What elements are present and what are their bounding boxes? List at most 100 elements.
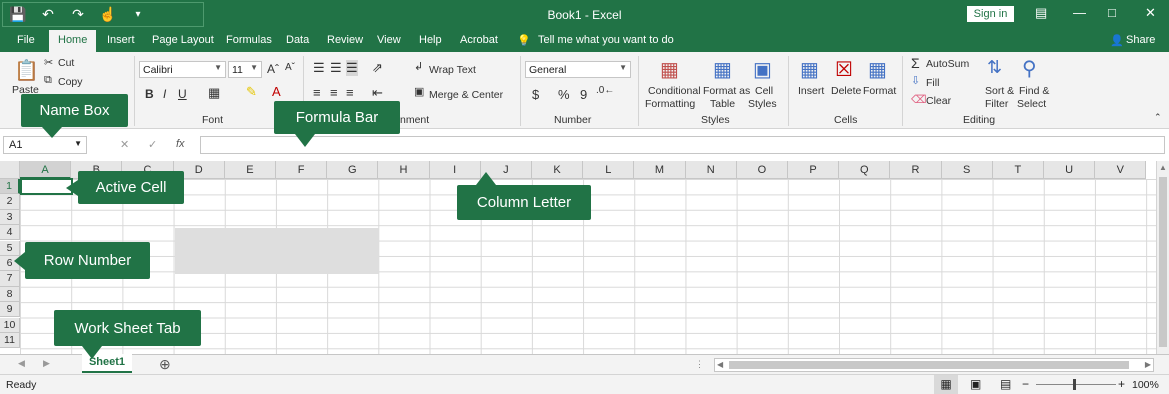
column-header[interactable]: V (1095, 161, 1147, 179)
scroll-up-icon[interactable]: ▲ (1159, 163, 1167, 172)
format-cells-button[interactable]: Format (863, 85, 896, 97)
find-select-button[interactable]: Find & (1019, 85, 1049, 97)
column-header[interactable]: O (736, 161, 788, 179)
align-top-icon[interactable]: ☰ (313, 60, 325, 76)
scroll-left-icon[interactable]: ◀ (717, 360, 723, 369)
column-header[interactable]: A (20, 161, 72, 179)
cell-styles-button[interactable]: Cell (755, 85, 773, 97)
format-as-table-label2[interactable]: Table (710, 98, 735, 110)
tab-view[interactable]: View (377, 34, 401, 46)
tab-review[interactable]: Review (327, 34, 363, 46)
column-header[interactable]: S (941, 161, 993, 179)
fill-button[interactable]: Fill (926, 77, 939, 89)
row-header[interactable]: 11 (0, 333, 20, 349)
tab-page-layout[interactable]: Page Layout (152, 34, 214, 46)
conditional-formatting-label2[interactable]: Formatting (645, 98, 695, 110)
maximize-icon[interactable]: □ (1108, 5, 1116, 20)
zoom-level[interactable]: 100% (1132, 379, 1159, 391)
cell-styles-label2[interactable]: Styles (748, 98, 777, 110)
column-header[interactable]: F (276, 161, 328, 179)
cut-button[interactable]: Cut (58, 57, 74, 69)
column-header[interactable]: G (327, 161, 379, 179)
increase-decimal-icon[interactable]: .0← (596, 85, 614, 96)
row-header[interactable]: 7 (0, 271, 20, 287)
align-left-icon[interactable]: ≡ (313, 85, 321, 100)
align-center-icon[interactable]: ≡ (330, 85, 338, 100)
cancel-icon[interactable]: ✕ (120, 138, 129, 151)
italic-button[interactable]: I (163, 87, 166, 101)
formula-input[interactable] (200, 136, 1165, 154)
tell-me-search[interactable]: Tell me what you want to do (538, 34, 674, 46)
tab-home[interactable]: Home (49, 30, 97, 52)
font-color-icon[interactable]: A (272, 84, 281, 99)
column-header[interactable]: T (992, 161, 1044, 179)
paste-icon[interactable]: 📋 (14, 58, 39, 83)
tab-acrobat[interactable]: Acrobat (460, 34, 498, 46)
align-right-icon[interactable]: ≡ (346, 85, 354, 100)
align-middle-icon[interactable]: ☰ (330, 60, 342, 76)
column-header[interactable]: N (685, 161, 737, 179)
align-bottom-icon[interactable]: ☰ (346, 60, 358, 76)
zoom-slider[interactable] (1036, 384, 1116, 385)
comma-style-button[interactable]: 9 (580, 87, 587, 102)
collapse-ribbon-icon[interactable]: ⌃ (1154, 112, 1162, 123)
tab-file[interactable]: File (17, 34, 35, 46)
number-format-select[interactable]: General ▼ (525, 61, 631, 78)
page-break-view-icon[interactable]: ▤ (1000, 377, 1011, 391)
zoom-out-icon[interactable]: − (1022, 377, 1029, 391)
sign-in-button[interactable]: Sign in (967, 6, 1014, 22)
row-header[interactable]: 9 (0, 302, 20, 318)
wrap-text-button[interactable]: Wrap Text (429, 64, 476, 76)
insert-function-button[interactable]: fx (176, 138, 185, 150)
tab-data[interactable]: Data (286, 34, 309, 46)
ribbon-display-icon[interactable]: ▤ (1035, 5, 1047, 21)
tab-insert[interactable]: Insert (107, 34, 135, 46)
page-layout-view-icon[interactable]: ▣ (970, 377, 981, 391)
column-header[interactable]: K (532, 161, 584, 179)
close-icon[interactable]: ✕ (1145, 5, 1156, 21)
column-header[interactable]: U (1044, 161, 1096, 179)
orientation-icon[interactable]: ⇗ (372, 60, 383, 76)
font-size-select[interactable]: 11 ▼ (228, 61, 262, 78)
shrink-font-icon[interactable]: Aˇ (285, 62, 295, 73)
conditional-formatting-button[interactable]: Conditional (648, 85, 701, 97)
format-as-table-button[interactable]: Format as (703, 85, 750, 97)
enter-icon[interactable]: ✓ (148, 138, 157, 151)
column-header[interactable]: R (890, 161, 942, 179)
grow-font-icon[interactable]: Aˆ (267, 62, 279, 76)
add-sheet-icon[interactable]: ⊕ (159, 356, 171, 373)
zoom-in-icon[interactable]: + (1118, 377, 1125, 391)
row-header[interactable]: 8 (0, 286, 20, 303)
row-header[interactable]: 10 (0, 317, 20, 333)
scroll-thumb[interactable] (1159, 177, 1167, 347)
borders-icon[interactable]: ▦ (208, 85, 220, 101)
sort-filter-button[interactable]: Sort & (985, 85, 1014, 97)
column-header[interactable]: I (429, 161, 481, 179)
insert-cells-button[interactable]: Insert (798, 85, 824, 97)
share-button[interactable]: Share (1126, 34, 1155, 46)
merge-center-button[interactable]: Merge & Center (429, 89, 503, 101)
scroll-right-icon[interactable]: ▶ (1145, 360, 1151, 369)
prev-sheet-icon[interactable]: ◀ (18, 358, 25, 369)
row-header[interactable]: 3 (0, 209, 20, 226)
column-header[interactable]: E (224, 161, 276, 179)
next-sheet-icon[interactable]: ▶ (43, 358, 50, 369)
column-header[interactable]: Q (839, 161, 891, 179)
find-select-label2[interactable]: Select (1017, 98, 1046, 110)
row-header[interactable]: 4 (0, 225, 20, 241)
hscroll-thumb[interactable] (729, 361, 1129, 369)
fill-color-icon[interactable]: ✎ (246, 84, 257, 100)
vertical-scrollbar[interactable]: ▲ (1156, 161, 1169, 354)
clear-button[interactable]: Clear (926, 95, 951, 107)
bold-button[interactable]: B (145, 87, 154, 101)
underline-button[interactable]: U (178, 87, 187, 101)
minimize-icon[interactable]: — (1073, 5, 1086, 20)
zoom-slider-thumb[interactable] (1073, 379, 1076, 390)
column-header[interactable]: L (583, 161, 635, 179)
horizontal-scrollbar[interactable]: ◀ ▶ (714, 358, 1154, 372)
select-all-corner[interactable] (0, 161, 20, 179)
row-header[interactable]: 2 (0, 194, 20, 210)
row-header[interactable]: 1 (0, 179, 20, 195)
column-header[interactable]: P (788, 161, 840, 179)
splitter-icon[interactable]: ⋮ (695, 359, 704, 370)
